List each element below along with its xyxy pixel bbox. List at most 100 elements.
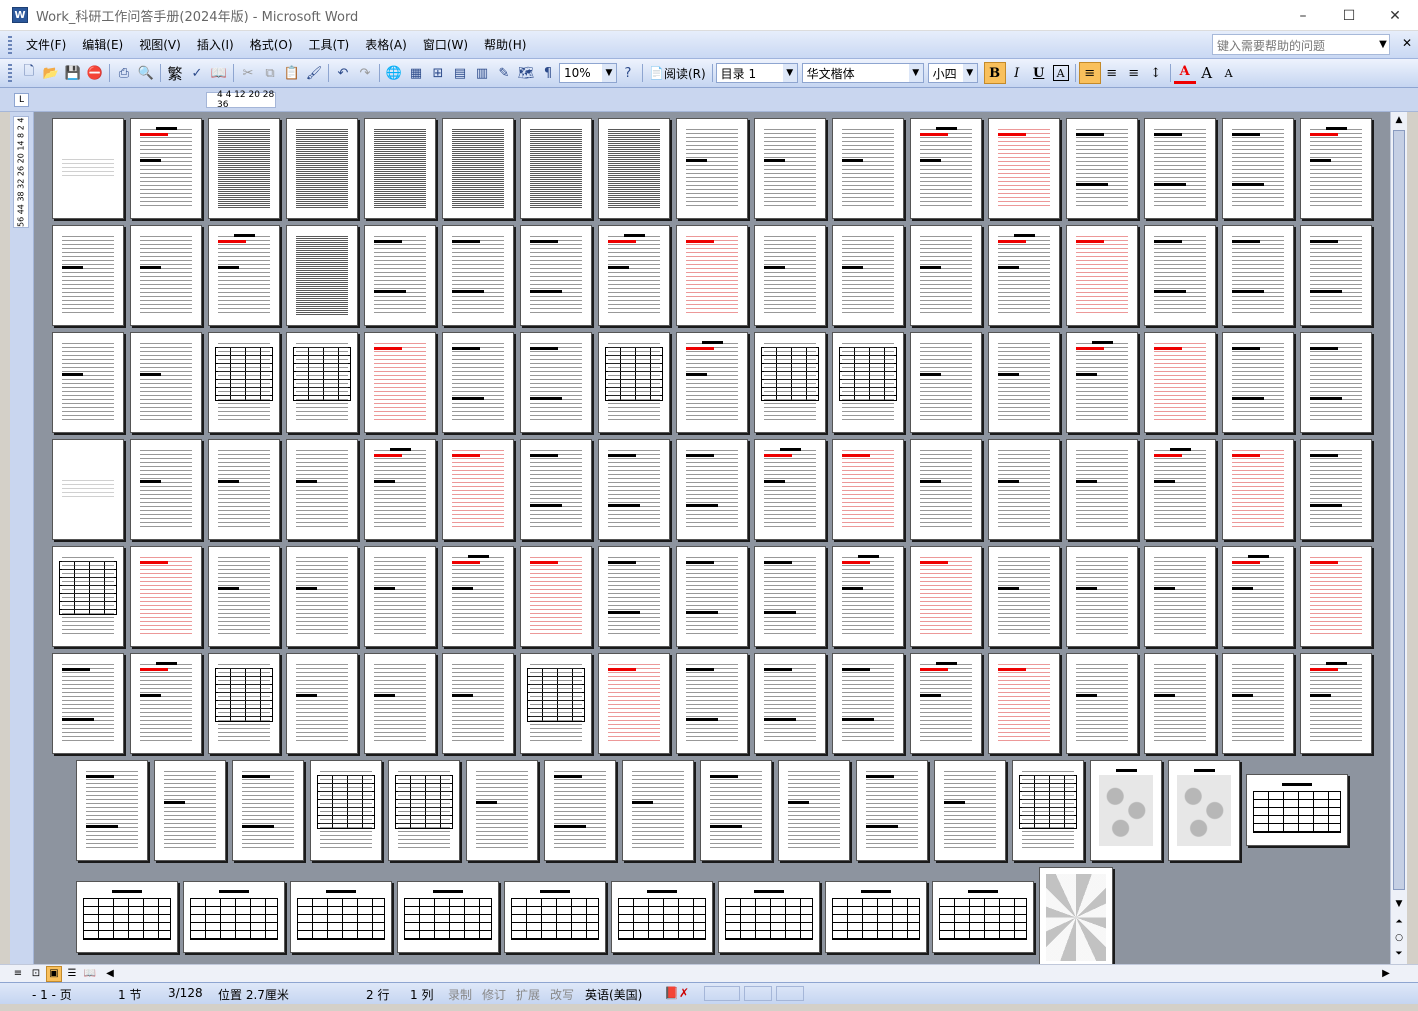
page-thumbnail[interactable]	[76, 881, 178, 953]
document-pages-area[interactable]	[34, 112, 1390, 964]
next-page-icon[interactable]: ⏷	[1391, 946, 1407, 962]
scroll-down-icon[interactable]: ▼	[1391, 896, 1407, 912]
align-right-icon[interactable]: ≡	[1123, 62, 1145, 84]
page-thumbnail[interactable]	[910, 653, 982, 754]
page-thumbnail[interactable]	[832, 653, 904, 754]
status-record[interactable]: 录制	[448, 986, 472, 1003]
page-thumbnail[interactable]	[1144, 653, 1216, 754]
page-thumbnail[interactable]	[208, 332, 280, 433]
page-thumbnail[interactable]	[364, 653, 436, 754]
page-thumbnail[interactable]	[1222, 439, 1294, 540]
menu-format[interactable]: 格式(O)	[242, 34, 301, 55]
chevron-down-icon[interactable]: ▼	[782, 64, 797, 82]
research-icon[interactable]: 📖	[208, 62, 230, 84]
page-thumbnail[interactable]	[208, 653, 280, 754]
scroll-thumb[interactable]	[1393, 130, 1405, 890]
minimize-button[interactable]: –	[1280, 0, 1326, 31]
page-thumbnail[interactable]	[130, 546, 202, 647]
ruler-marks[interactable]: 4 4 12 20 28 36	[206, 90, 276, 110]
grow-font-button[interactable]: A	[1196, 62, 1218, 84]
page-thumbnail[interactable]	[1300, 332, 1372, 433]
page-thumbnail[interactable]	[52, 546, 124, 647]
page-thumbnail[interactable]	[988, 118, 1060, 219]
page-thumbnail[interactable]	[442, 332, 514, 433]
page-thumbnail[interactable]	[388, 760, 460, 861]
font-select[interactable]: 华文楷体 ▼	[801, 63, 924, 83]
line-spacing-icon[interactable]: ↕	[1145, 62, 1167, 84]
page-thumbnail[interactable]	[544, 760, 616, 861]
page-thumbnail[interactable]	[286, 118, 358, 219]
page-thumbnail[interactable]	[1144, 118, 1216, 219]
page-thumbnail[interactable]	[598, 225, 670, 326]
read-mode-button[interactable]: 📄 阅读(R)	[646, 62, 709, 84]
page-thumbnail[interactable]	[364, 118, 436, 219]
page-thumbnail[interactable]	[52, 225, 124, 326]
align-center-icon[interactable]: ≡	[1101, 62, 1123, 84]
italic-button[interactable]: I	[1006, 62, 1028, 84]
page-thumbnail[interactable]	[754, 118, 826, 219]
close-button[interactable]: ✕	[1372, 0, 1418, 31]
page-thumbnail[interactable]	[754, 439, 826, 540]
page-thumbnail[interactable]	[1222, 225, 1294, 326]
toolbar-grip[interactable]	[8, 64, 12, 82]
page-thumbnail[interactable]	[700, 760, 772, 861]
outline-view-icon[interactable]: ☰	[64, 966, 80, 982]
redo-icon[interactable]: ↷	[354, 62, 376, 84]
maximize-button[interactable]: ☐	[1326, 0, 1372, 31]
page-thumbnail[interactable]	[778, 760, 850, 861]
page-thumbnail[interactable]	[1222, 332, 1294, 433]
scroll-left-icon[interactable]: ◀	[102, 966, 118, 982]
page-thumbnail[interactable]	[130, 118, 202, 219]
page-thumbnail[interactable]	[286, 653, 358, 754]
page-thumbnail[interactable]	[676, 653, 748, 754]
page-thumbnail[interactable]	[52, 332, 124, 433]
page-thumbnail[interactable]	[832, 225, 904, 326]
bold-button[interactable]: B	[983, 62, 1006, 84]
page-thumbnail[interactable]	[364, 225, 436, 326]
show-hide-icon[interactable]: ¶	[537, 62, 559, 84]
page-thumbnail[interactable]	[1144, 546, 1216, 647]
previous-page-icon[interactable]: ⏶	[1391, 914, 1407, 930]
zoom-select[interactable]: 10% ▼	[559, 63, 617, 83]
page-thumbnail[interactable]	[1144, 332, 1216, 433]
page-thumbnail[interactable]	[286, 546, 358, 647]
page-thumbnail[interactable]	[442, 546, 514, 647]
status-extend[interactable]: 扩展	[516, 986, 540, 1003]
page-thumbnail[interactable]	[364, 332, 436, 433]
page-thumbnail[interactable]	[1300, 225, 1372, 326]
scroll-right-icon[interactable]: ▶	[1378, 966, 1394, 982]
page-thumbnail[interactable]	[442, 118, 514, 219]
select-browse-object-icon[interactable]: ○	[1391, 930, 1407, 946]
page-thumbnail[interactable]	[504, 881, 606, 953]
page-thumbnail[interactable]	[520, 546, 592, 647]
underline-button[interactable]: U	[1028, 62, 1050, 84]
page-thumbnail[interactable]	[208, 546, 280, 647]
page-thumbnail[interactable]	[1012, 760, 1084, 861]
page-thumbnail[interactable]	[988, 546, 1060, 647]
status-track-changes[interactable]: 修订	[482, 986, 506, 1003]
page-thumbnail[interactable]	[1246, 774, 1348, 846]
page-thumbnail[interactable]	[598, 653, 670, 754]
page-thumbnail[interactable]	[676, 332, 748, 433]
word-app-icon[interactable]: W	[12, 7, 28, 23]
tab-selector[interactable]: L	[14, 93, 29, 107]
paste-icon[interactable]: 📋	[281, 62, 303, 84]
page-thumbnail[interactable]	[520, 439, 592, 540]
open-folder-icon[interactable]: 📂	[40, 62, 62, 84]
align-justify-icon[interactable]: ≡	[1078, 62, 1101, 84]
drawing-icon[interactable]: ✎	[493, 62, 515, 84]
page-thumbnail[interactable]	[910, 439, 982, 540]
menu-file[interactable]: 文件(F)	[18, 34, 74, 55]
page-thumbnail[interactable]	[825, 881, 927, 953]
save-icon[interactable]: 💾	[62, 62, 84, 84]
page-thumbnail[interactable]	[598, 439, 670, 540]
insert-excel-icon[interactable]: ▤	[449, 62, 471, 84]
traditional-chinese-button[interactable]: 繁	[164, 62, 186, 84]
page-thumbnail[interactable]	[910, 225, 982, 326]
copy-icon[interactable]: ⧉	[259, 62, 281, 84]
page-thumbnail[interactable]	[1300, 653, 1372, 754]
page-thumbnail[interactable]	[442, 653, 514, 754]
permission-icon[interactable]: ⛔	[84, 62, 106, 84]
font-color-button[interactable]: A	[1173, 62, 1196, 84]
page-thumbnail[interactable]	[622, 760, 694, 861]
